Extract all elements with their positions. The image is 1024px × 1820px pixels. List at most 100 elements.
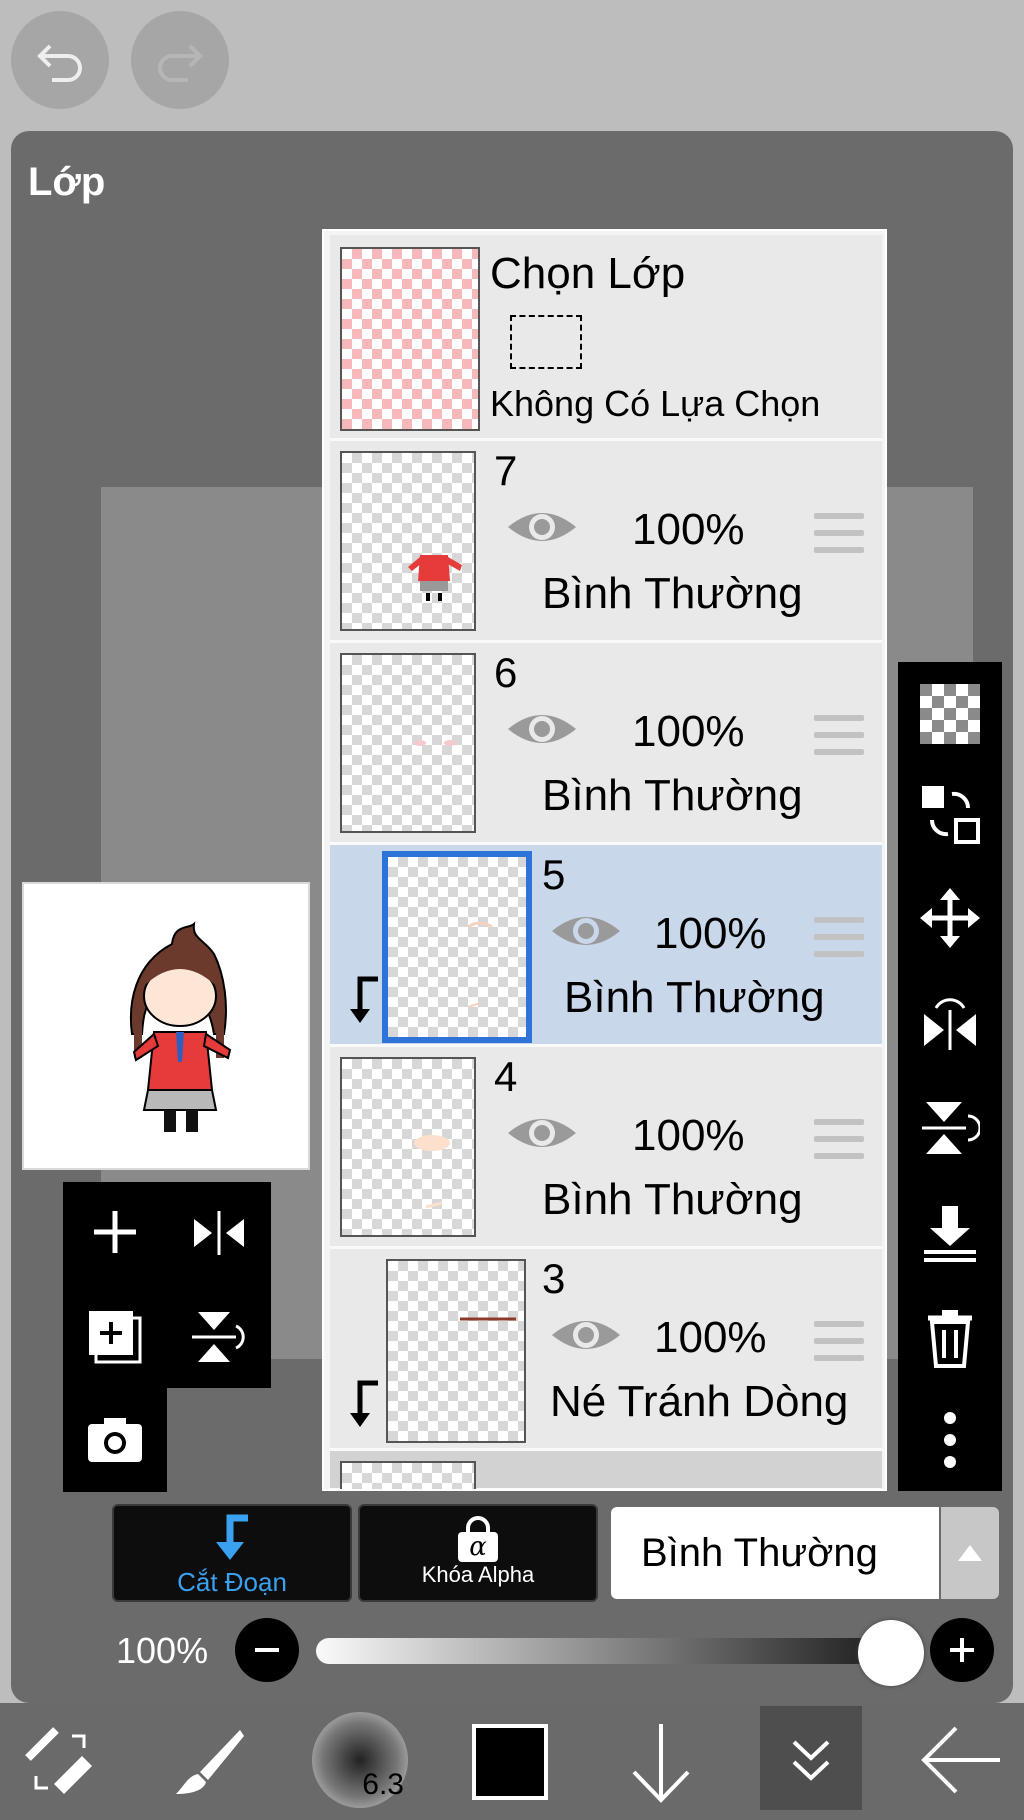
eye-icon[interactable]	[506, 1111, 578, 1155]
layer-number: 6	[494, 649, 518, 696]
flip-vertical-icon	[922, 1102, 980, 1154]
lock-icon: α	[458, 1516, 498, 1562]
layer-thumbnail	[340, 451, 476, 631]
merge-down-button[interactable]	[916, 1200, 984, 1268]
canvas-preview[interactable]	[22, 882, 310, 1170]
layer-content	[467, 921, 493, 1008]
color-swatch-button[interactable]	[472, 1724, 548, 1800]
camera-button[interactable]	[86, 1414, 144, 1464]
more-vertical-icon	[944, 1412, 956, 1468]
flip-vertical-right-button[interactable]	[916, 1094, 984, 1162]
layer-thumbnail	[340, 653, 476, 833]
opacity-increase-button[interactable]	[930, 1618, 994, 1682]
layer-list[interactable]: Chọn Lớp Không Có Lựa Chọn 7 100% Bình T…	[322, 229, 887, 1491]
eye-icon[interactable]	[550, 909, 622, 953]
opacity-slider[interactable]	[316, 1638, 894, 1664]
layer-blend-mode: Bình Thường	[542, 771, 803, 820]
eye-icon[interactable]	[506, 707, 578, 751]
flip-horizontal-button[interactable]	[190, 1205, 248, 1259]
opacity-slider-knob[interactable]	[858, 1620, 924, 1686]
flip-horizontal-icon	[924, 998, 976, 1050]
triangle-up-icon	[958, 1545, 982, 1561]
swap-icon	[922, 786, 980, 844]
layer-number: 4	[494, 1053, 518, 1100]
clipping-button[interactable]: Cắt Đoạn	[112, 1504, 352, 1602]
layer-thumbnail	[340, 1057, 476, 1237]
layer-thumbnail	[386, 1259, 526, 1443]
layer-blend-mode: Bình Thường	[542, 569, 803, 618]
layer-content	[414, 1135, 450, 1209]
transparency-button[interactable]	[916, 680, 984, 748]
layer-panel-toggle-button[interactable]	[760, 1706, 862, 1810]
arrow-down-icon	[632, 1724, 690, 1803]
blend-mode-dropdown[interactable]	[941, 1507, 999, 1599]
layer-row-selected[interactable]: 5 100% Bình Thường	[330, 845, 882, 1047]
eye-icon[interactable]	[506, 505, 578, 549]
camera-icon	[88, 1418, 142, 1462]
selection-layer-row[interactable]: Chọn Lớp Không Có Lựa Chọn	[330, 235, 882, 441]
selection-layer-title: Chọn Lớp	[490, 249, 686, 298]
arrow-left-icon	[921, 1726, 1000, 1794]
drag-handle-icon[interactable]	[814, 1321, 864, 1363]
drag-handle-icon[interactable]	[814, 513, 864, 555]
clipping-arrow-icon	[350, 1380, 378, 1427]
redo-button[interactable]	[131, 11, 229, 109]
undo-icon	[37, 44, 82, 82]
duplicate-icon	[89, 1311, 142, 1364]
layer-row[interactable]: 7 100% Bình Thường	[330, 441, 882, 643]
drag-handle-icon[interactable]	[814, 715, 864, 757]
layer-opacity: 100%	[632, 1111, 745, 1160]
add-layer-button[interactable]	[88, 1205, 142, 1259]
duplicate-layer-button[interactable]	[86, 1308, 144, 1366]
plus-icon	[950, 1638, 974, 1662]
delete-layer-button[interactable]	[916, 1304, 984, 1372]
drag-handle-icon[interactable]	[814, 1119, 864, 1161]
layer-number: 5	[542, 851, 566, 898]
layer-row[interactable]: 6 100% Bình Thường	[330, 643, 882, 845]
alpha-lock-label: Khóa Alpha	[421, 1562, 535, 1587]
selection-marquee-icon	[510, 315, 582, 369]
minus-icon	[255, 1648, 279, 1652]
flip-horizontal-icon	[194, 1211, 244, 1255]
layer-content	[460, 1317, 516, 1321]
opacity-value: 100%	[116, 1630, 209, 1671]
flip-vertical-button[interactable]	[190, 1308, 248, 1366]
blend-mode-select[interactable]: Bình Thường	[611, 1507, 939, 1599]
right-toolbar	[898, 662, 1002, 1491]
undo-button[interactable]	[11, 11, 109, 109]
more-options-button[interactable]	[916, 1406, 984, 1474]
swap-layer-button[interactable]	[916, 780, 984, 848]
brush-tool-button[interactable]	[170, 1724, 246, 1800]
move-icon	[920, 888, 980, 948]
tool-switch-button[interactable]	[22, 1724, 98, 1800]
layer-thumbnail-selected	[382, 851, 532, 1043]
layer-number: 7	[494, 447, 518, 494]
layer-opacity: 100%	[654, 1313, 767, 1362]
move-button[interactable]	[916, 884, 984, 952]
layer-row[interactable]: 4 100% Bình Thường	[330, 1047, 882, 1249]
alpha-symbol: α	[458, 1532, 498, 1562]
brush-icon	[176, 1730, 244, 1794]
layer-opacity: 100%	[654, 909, 767, 958]
eye-icon[interactable]	[550, 1313, 622, 1357]
clipping-arrow-icon	[350, 976, 378, 1023]
trash-icon	[928, 1310, 972, 1368]
layer-content	[408, 555, 462, 601]
layer-opacity: 100%	[632, 707, 745, 756]
brush-size-button[interactable]: 6.3	[312, 1712, 408, 1808]
clipping-label: Cắt Đoạn	[177, 1567, 287, 1597]
layer-row-partial[interactable]	[330, 1451, 882, 1489]
layer-opacity: 100%	[632, 505, 745, 554]
merge-down-icon	[924, 1206, 976, 1262]
layer-row[interactable]: 3 100% Né Tránh Dòng	[330, 1249, 882, 1451]
alpha-lock-button[interactable]: α Khóa Alpha	[358, 1504, 598, 1602]
selection-layer-thumbnail	[340, 247, 480, 431]
brush-eraser-switch-icon	[25, 1727, 92, 1794]
drag-handle-icon[interactable]	[814, 917, 864, 959]
scroll-down-button[interactable]	[626, 1720, 696, 1804]
checkerboard-icon	[920, 684, 980, 744]
opacity-decrease-button[interactable]	[235, 1618, 299, 1682]
flip-horizontal-right-button[interactable]	[916, 988, 984, 1056]
plus-icon	[94, 1211, 136, 1253]
back-button[interactable]	[920, 1722, 1004, 1798]
